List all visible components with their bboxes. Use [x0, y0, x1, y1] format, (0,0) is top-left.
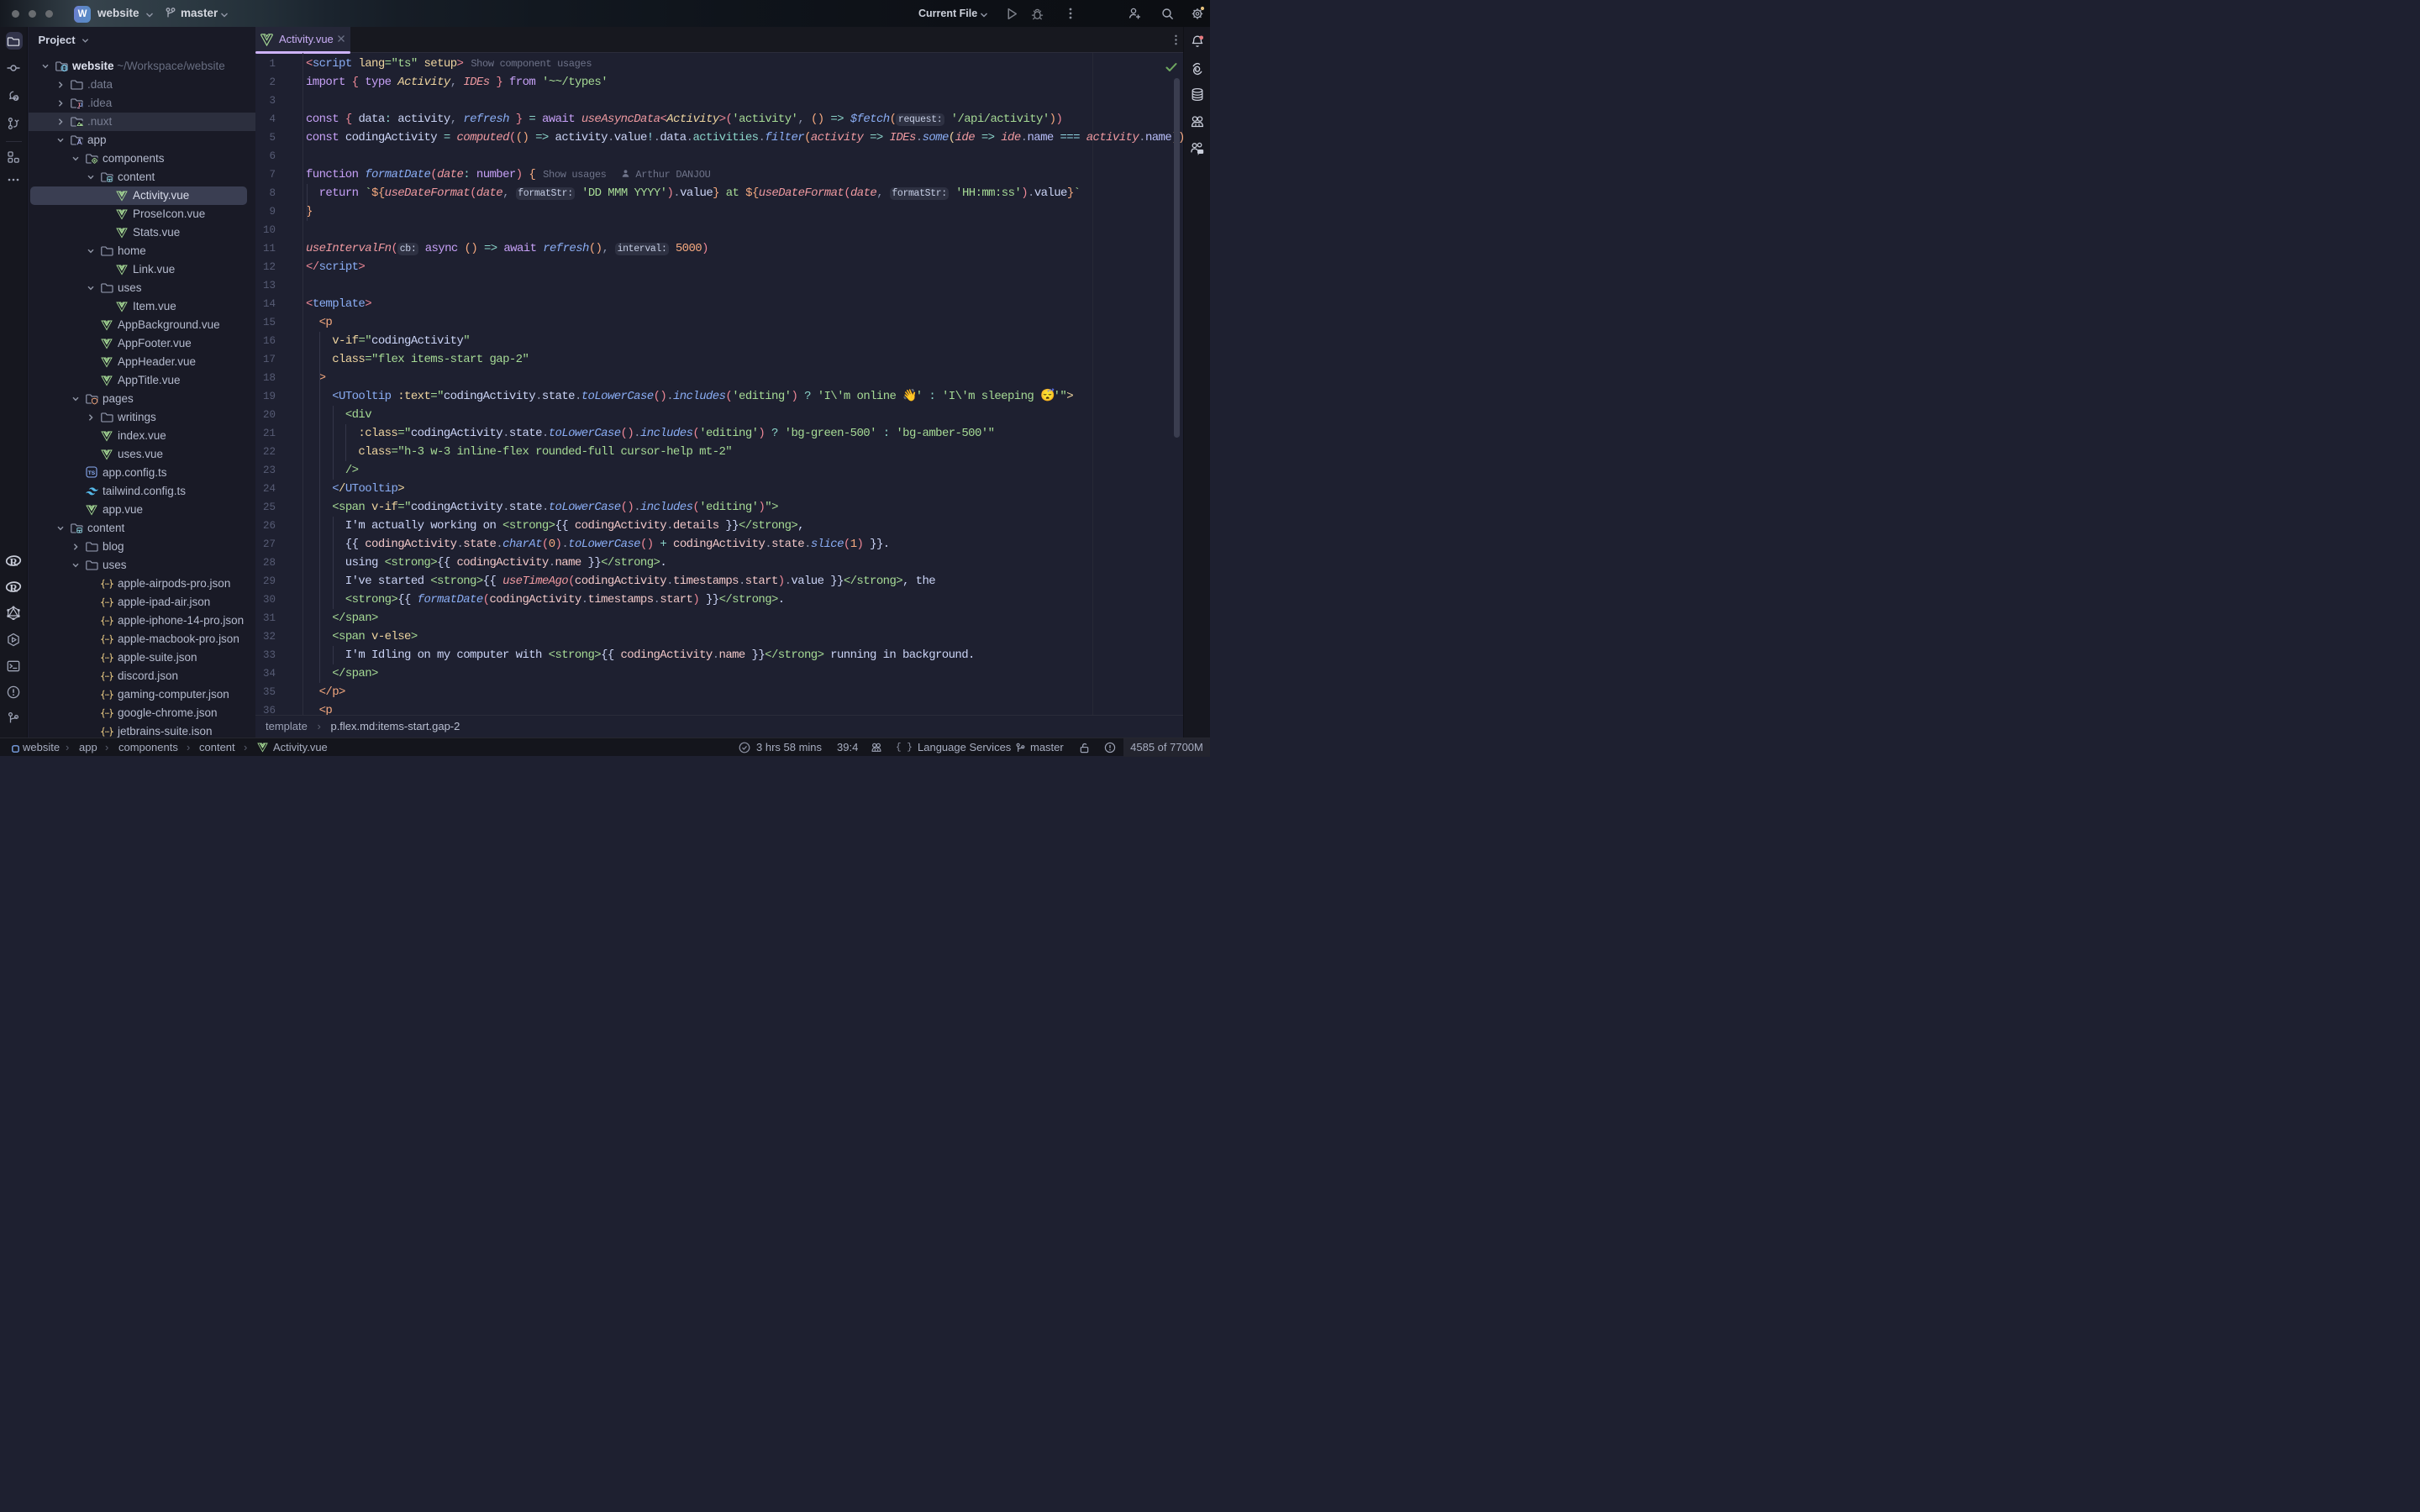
svg-text:R: R: [10, 555, 18, 568]
svg-text:J: J: [80, 102, 83, 108]
svg-text:R: R: [10, 581, 18, 594]
svg-text:?: ?: [14, 96, 18, 102]
svg-text:TS: TS: [88, 470, 96, 476]
